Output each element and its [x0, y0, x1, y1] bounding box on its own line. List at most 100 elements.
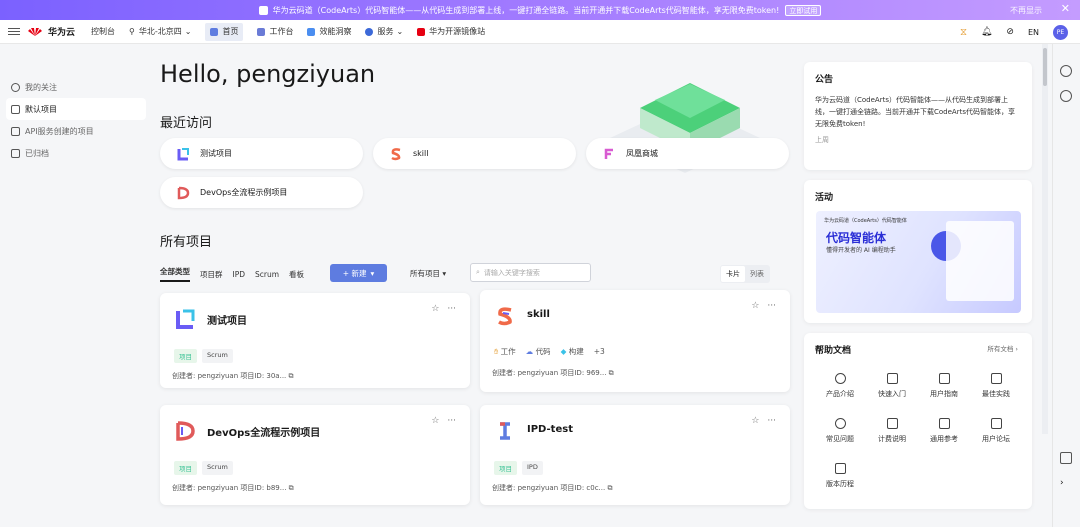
- star-icon[interactable]: ☆: [751, 416, 759, 426]
- try-now-button[interactable]: 立即试用: [785, 4, 822, 16]
- work-icon: ✋︎: [494, 347, 499, 356]
- history-icon: [834, 463, 846, 474]
- type-filter-tabs: 全部类型 项目群 IPD Scrum 看板: [160, 266, 304, 282]
- copy-icon[interactable]: ⧉: [289, 484, 294, 492]
- notice-text[interactable]: 华为云码道（CodeArts）代码智能体——从代码生成到部署上线，一键打通全链路…: [815, 94, 1021, 130]
- huawei-cloud-logo[interactable]: 华为云: [28, 25, 75, 38]
- nav-workbench[interactable]: 工作台: [257, 20, 293, 44]
- more-icon[interactable]: ···: [767, 301, 776, 311]
- mall-logo-icon: [604, 148, 613, 159]
- tab-scrum[interactable]: Scrum: [255, 270, 279, 279]
- tab-program[interactable]: 项目群: [200, 269, 223, 280]
- list-view-button[interactable]: 列表: [745, 266, 769, 282]
- project-name: skill: [527, 309, 550, 320]
- star-icon[interactable]: ☆: [431, 416, 439, 426]
- recent-project[interactable]: skill: [373, 138, 576, 169]
- doc-quickstart[interactable]: 快速入门: [866, 373, 918, 399]
- doc-reference[interactable]: 通用参考: [918, 418, 970, 444]
- region-select[interactable]: ⚲ 华北-北京四 ⌄: [129, 20, 191, 44]
- project-card[interactable]: DevOps全流程示例项目 ☆ ··· 项目 Scrum 创建者: pengziyu…: [160, 405, 470, 505]
- recent-project[interactable]: 凤凰商城: [586, 138, 789, 169]
- tab-all[interactable]: 全部类型: [160, 266, 190, 282]
- reference-icon: [938, 418, 950, 429]
- bell-icon[interactable]: 🔔︎: [981, 27, 992, 37]
- menu-icon[interactable]: [8, 26, 20, 37]
- sidebar-item-default[interactable]: 默认项目: [6, 98, 146, 120]
- tab-ipd[interactable]: IPD: [233, 270, 246, 279]
- notice-panel: 公告 华为云码道（CodeArts）代码智能体——从代码生成到部署上线，一键打通…: [804, 62, 1032, 170]
- build-item[interactable]: ◆ 构建: [561, 346, 584, 357]
- build-icon: ◆: [560, 347, 567, 356]
- nav-insight[interactable]: 效能洞察: [307, 20, 351, 44]
- search-input[interactable]: ⌕ 请输入关键字搜索: [470, 263, 591, 282]
- more-icon[interactable]: ···: [447, 416, 456, 426]
- activity-panel: 活动 华为云码道（CodeArts）代码智能体 代码智能体 懂得开发者的 AI …: [804, 180, 1032, 323]
- console-link[interactable]: 控制台: [91, 20, 115, 44]
- recent-project[interactable]: DevOps全流程示例项目: [160, 177, 363, 208]
- activity-banner[interactable]: 华为云码道（CodeArts）代码智能体 代码智能体 懂得开发者的 AI 编程助…: [816, 211, 1021, 313]
- apps-icon[interactable]: ⧖: [960, 27, 967, 38]
- sidebar-item-follow[interactable]: 我的关注: [6, 76, 146, 98]
- dont-show-link[interactable]: 不再显示: [1010, 5, 1042, 16]
- card-view-button[interactable]: 卡片: [721, 266, 745, 282]
- more-icon[interactable]: ···: [447, 304, 456, 314]
- doc-guide[interactable]: 用户指南: [918, 373, 970, 399]
- code-item[interactable]: ☁︎ 代码: [526, 346, 551, 357]
- new-project-button[interactable]: + 新建 ▾: [330, 264, 387, 282]
- sidebar: 我的关注 默认项目 API服务创建的项目 已归档: [0, 44, 150, 527]
- copy-icon[interactable]: ⧉: [289, 372, 294, 380]
- nav-services[interactable]: 服务 ⌄: [365, 20, 403, 44]
- recent-title: 最近访问: [160, 116, 213, 131]
- tab-kanban[interactable]: 看板: [289, 269, 304, 280]
- doc-billing[interactable]: 计费说明: [866, 418, 918, 444]
- all-docs-link[interactable]: 所有文档 ›: [987, 343, 1018, 353]
- project-card[interactable]: IPD-test ☆ ··· 项目 IPD 创建者: pengziyuan 项目ID…: [480, 405, 790, 505]
- chevron-down-icon: ▾: [370, 268, 375, 278]
- huawei-logo-icon: [28, 27, 42, 36]
- docs-panel: 帮助文档 所有文档 › 产品介绍 快速入门 用户指南 最佳实践 常见问题 计费说…: [804, 333, 1032, 509]
- doc-history[interactable]: 版本历程: [814, 463, 866, 489]
- copy-icon[interactable]: ⧉: [607, 484, 612, 492]
- star-icon[interactable]: ☆: [751, 301, 759, 311]
- nav-home[interactable]: 首页: [205, 22, 244, 41]
- doc-best-practice[interactable]: 最佳实践: [970, 373, 1022, 399]
- avatar[interactable]: PE: [1053, 24, 1068, 40]
- help-icon[interactable]: ⊘: [1006, 27, 1014, 37]
- recent-project[interactable]: 测试项目: [160, 138, 363, 169]
- project-tag: 项目: [494, 461, 517, 475]
- close-icon[interactable]: ✕: [1061, 2, 1070, 15]
- scrollbar[interactable]: [1042, 44, 1048, 434]
- banner-text: 华为云码道（CodeArts）代码智能体——从代码生成到部署上线，一键打通全链路…: [272, 5, 780, 15]
- top-navigation: 华为云 控制台 ⚲ 华北-北京四 ⌄ 首页 工作台 效能洞察 服务 ⌄ 华为开源镜像站…: [0, 20, 1080, 44]
- activity-banner-subtitle: 懂得开发者的 AI 编程助手: [826, 247, 896, 254]
- language-switch[interactable]: EN: [1028, 28, 1039, 37]
- intro-icon: [834, 373, 846, 384]
- right-rail: ›: [1052, 44, 1080, 527]
- project-card[interactable]: 测试项目 ☆ ··· 项目 Scrum 创建者: pengziyuan 项目ID: …: [160, 293, 470, 388]
- refresh-icon[interactable]: [1060, 452, 1072, 464]
- doc-forum[interactable]: 用户论坛: [970, 418, 1022, 444]
- doc-intro[interactable]: 产品介绍: [814, 373, 866, 399]
- project-scope-select[interactable]: 所有项目 ▾: [410, 268, 446, 279]
- work-item[interactable]: ✋︎ 工作: [494, 346, 516, 357]
- project-meta: 创建者: pengziyuan 项目ID: c0c... ⧉: [492, 484, 613, 492]
- more-icon[interactable]: ···: [767, 416, 776, 426]
- doc-faq[interactable]: 常见问题: [814, 418, 866, 444]
- sidebar-item-archived[interactable]: 已归档: [6, 142, 146, 164]
- more-services-count[interactable]: +3: [594, 347, 605, 356]
- feedback-icon[interactable]: [1060, 90, 1072, 102]
- nav-mirror[interactable]: 华为开源镜像站: [417, 20, 485, 44]
- devops-logo-icon: [176, 421, 195, 441]
- copy-icon[interactable]: ⧉: [609, 369, 614, 377]
- sidebar-item-api[interactable]: API服务创建的项目: [6, 120, 146, 142]
- devops-logo-icon: [177, 186, 190, 199]
- activity-brand: 华为云码道（CodeArts）代码智能体: [824, 218, 907, 224]
- project-tag: Scrum: [202, 349, 233, 363]
- chevron-right-icon[interactable]: ›: [1060, 478, 1072, 490]
- help-circle-icon[interactable]: [1060, 65, 1072, 77]
- mirror-icon: [417, 27, 426, 36]
- project-card[interactable]: skill ☆ ··· ✋︎ 工作 ☁︎ 代码 ◆ 构建 +3 创建者: peng…: [480, 290, 790, 392]
- project-tag: 项目: [174, 349, 197, 363]
- api-icon: [11, 126, 20, 136]
- star-icon[interactable]: ☆: [431, 304, 439, 314]
